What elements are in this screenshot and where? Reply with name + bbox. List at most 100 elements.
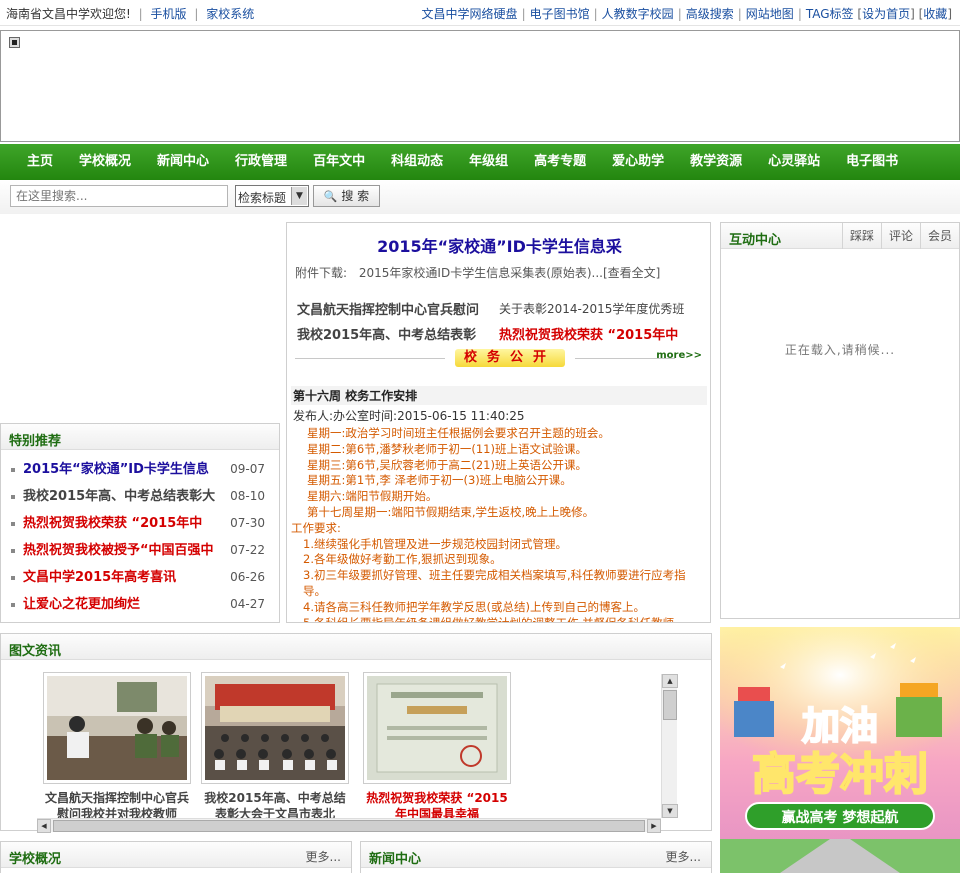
- schedule-meta: 发布人:办公室时间:2015-06-15 11:40:25: [293, 409, 525, 423]
- ad-line-1: 加油: [802, 704, 878, 748]
- search-scope-select[interactable]: 检索标题 ▼: [235, 185, 309, 207]
- news-link[interactable]: 关于表彰2014-2015学年度优秀班: [499, 300, 704, 317]
- news-center-panel: 新闻中心 更多...: [360, 841, 712, 873]
- top-bar-left: 海南省文昌中学欢迎您! | 手机版 | 家校系统: [6, 5, 254, 22]
- nav-item-administration[interactable]: 行政管理: [222, 144, 300, 180]
- recommend-item[interactable]: 热烈祝贺我校荣获 “2015年中 07-30: [9, 510, 271, 537]
- headline-link[interactable]: 2015年“家校通”ID卡学生信息采: [287, 233, 710, 257]
- recommend-item[interactable]: 热烈祝贺我校被授予“中国百强中 07-22: [9, 537, 271, 564]
- nav-item-home[interactable]: 主页: [14, 144, 66, 180]
- search-input[interactable]: [10, 185, 228, 207]
- chevron-down-icon: ▼: [291, 187, 307, 205]
- ad-graphic: 加油 高考冲刺 赢战高考 梦想起航: [720, 627, 960, 873]
- recommend-title: 特别推荐: [9, 434, 62, 449]
- tab-members[interactable]: 会员: [919, 223, 959, 249]
- interact-title: 互动中心: [729, 233, 782, 248]
- photo-item[interactable]: 我校2015年高、中考总结表彰大会于文昌市表北: [201, 672, 349, 822]
- scroll-up-icon[interactable]: ▲: [662, 674, 678, 688]
- more-link[interactable]: 更多...: [306, 848, 341, 865]
- digital-campus-link[interactable]: 人教数字校园: [602, 7, 674, 21]
- bullet-icon: [11, 603, 15, 607]
- photo-news-panel: 图文资讯 文昌航天指挥控制中心官兵慰问我校并对我校教师 我校2015年高、中考总…: [0, 633, 712, 833]
- ceremony-photo: [205, 676, 345, 780]
- search-button[interactable]: 🔍 搜 索: [313, 185, 380, 207]
- nav-item-grade-groups[interactable]: 年级组: [456, 144, 521, 180]
- separator: |: [194, 7, 199, 21]
- schedule-line: 星期六:端阳节假期开始。: [307, 489, 438, 504]
- e-library-link[interactable]: 电子图书馆: [530, 7, 590, 21]
- attachment-label: 附件下载:: [295, 266, 348, 280]
- scroll-down-icon[interactable]: ▼: [662, 804, 678, 818]
- divider-line: [295, 358, 445, 359]
- recommend-title-link[interactable]: 文昌中学2015年高考喜讯: [23, 564, 219, 591]
- schedule-lines: 星期一:政治学习时间班主任根据例会要求召开主题的班会。 星期二:第6节,潘梦秋老师…: [291, 426, 707, 521]
- more-link[interactable]: more>>: [656, 350, 702, 361]
- recommend-title-link[interactable]: 我校2015年高、中考总结表彰大: [23, 483, 219, 510]
- recommend-title-link[interactable]: 热烈祝贺我校荣获 “2015年中: [23, 510, 219, 537]
- top-bar-right: 文昌中学网络硬盘 | 电子图书馆 | 人教数字校园 | 高级搜索 | 网站地图 | TAG标签 [设…: [422, 5, 952, 22]
- home-school-link[interactable]: 家校系统: [206, 7, 254, 21]
- requirement-item: 5.各科组长要指导年级备课组做好教学计划的调整工作,并督促各科任教师: [303, 615, 675, 623]
- center-news-panel: 2015年“家校通”ID卡学生信息采 附件下载: 2015年家校通ID卡学生信息…: [286, 222, 711, 623]
- schedule-block: 第十六周 校务工作安排 发布人:办公室时间:2015-06-15 11:40:2…: [291, 386, 707, 623]
- schedule-title[interactable]: 第十六周 校务工作安排: [291, 386, 707, 405]
- broken-image-icon: [9, 37, 20, 48]
- nav-item-gaokao[interactable]: 高考专题: [521, 144, 599, 180]
- favorite-link[interactable]: 收藏: [923, 7, 947, 21]
- recommend-item[interactable]: 让爱心之花更加绚烂 04-27: [9, 591, 271, 618]
- recommend-date: 04-27: [230, 597, 265, 611]
- mobile-link[interactable]: 手机版: [151, 7, 187, 21]
- requirement-item: 3.初三年级要抓好管理、班主任要完成相关档案填写,科任教师要进行应考指导。: [303, 568, 686, 598]
- news-link[interactable]: 我校2015年高、中考总结表彰: [297, 324, 476, 343]
- recommend-item[interactable]: 2015年“家校通”ID卡学生信息 09-07: [9, 456, 271, 483]
- search-scope-value: 检索标题: [238, 191, 287, 205]
- interact-panel: 互动中心 踩踩 评论 会员 正在载入,请稍候...: [720, 222, 960, 619]
- photo-item[interactable]: 文昌航天指挥控制中心官兵慰问我校并对我校教师: [43, 672, 191, 822]
- bullet-icon: [11, 576, 15, 580]
- vertical-scrollbar[interactable]: ▲ ▼: [661, 674, 678, 818]
- nav-item-ebooks[interactable]: 电子图书: [833, 144, 911, 180]
- nav-item-news-center[interactable]: 新闻中心: [144, 144, 222, 180]
- photo-news-header: 图文资讯: [1, 634, 711, 660]
- recommend-item[interactable]: 文昌中学2015年高考喜讯 06-26: [9, 564, 271, 591]
- more-link[interactable]: 更多...: [666, 848, 701, 865]
- photo-frame: [363, 672, 511, 784]
- bullet-icon: [11, 468, 15, 472]
- tag-link[interactable]: TAG标签: [806, 7, 854, 21]
- recommend-title-link[interactable]: 让爱心之花更加绚烂: [23, 591, 219, 618]
- top-bar: 海南省文昌中学欢迎您! | 手机版 | 家校系统 文昌中学网络硬盘 | 电子图书馆 |…: [0, 0, 960, 26]
- separator: |: [593, 7, 598, 21]
- attachment-link[interactable]: 2015年家校通ID卡学生信息采集表(原始表)...[查看全文]: [359, 266, 661, 280]
- scroll-left-icon[interactable]: ◀: [37, 819, 51, 833]
- nav-item-subject-groups[interactable]: 科组动态: [378, 144, 456, 180]
- nav-item-centennial[interactable]: 百年文中: [300, 144, 378, 180]
- recommend-date: 09-07: [230, 462, 265, 476]
- nav-item-school-overview[interactable]: 学校概况: [66, 144, 144, 180]
- scroll-right-icon[interactable]: ▶: [647, 819, 661, 833]
- recommend-title-link[interactable]: 2015年“家校通”ID卡学生信息: [23, 456, 219, 483]
- tab-comments[interactable]: 评论: [880, 223, 920, 249]
- interact-tabs: 踩踩 评论 会员: [841, 223, 959, 249]
- recommend-date: 07-22: [230, 543, 265, 557]
- news-link[interactable]: 热烈祝贺我校荣获 “2015年中: [499, 324, 704, 343]
- section-divider: 校务公开 more>>: [295, 349, 704, 369]
- search-row: 检索标题 ▼ 🔍 搜 索: [0, 180, 960, 214]
- loading-text: 正在载入,请稍候...: [784, 343, 896, 357]
- scroll-thumb[interactable]: [663, 690, 677, 720]
- recommend-item[interactable]: 我校2015年高、中考总结表彰大 08-10: [9, 483, 271, 510]
- photo-item[interactable]: 热烈祝贺我校荣获 “2015年中国最具幸福: [363, 672, 511, 822]
- recommend-title-link[interactable]: 热烈祝贺我校被授予“中国百强中: [23, 537, 219, 564]
- nav-item-resources[interactable]: 教学资源: [677, 144, 755, 180]
- advanced-search-link[interactable]: 高级搜索: [686, 7, 734, 21]
- site-map-link[interactable]: 网站地图: [746, 7, 794, 21]
- nav-item-counseling[interactable]: 心灵驿站: [755, 144, 833, 180]
- gaokao-ad-banner[interactable]: 加油 高考冲刺 赢战高考 梦想起航: [720, 627, 960, 873]
- news-link[interactable]: 文昌航天指挥控制中心官兵慰问: [297, 299, 479, 318]
- scroll-thumb[interactable]: [53, 820, 645, 832]
- schedule-line: 第十七周星期一:端阳节假期结束,学生返校,晚上上晚修。: [307, 504, 595, 519]
- nav-item-charity[interactable]: 爱心助学: [599, 144, 677, 180]
- horizontal-scrollbar[interactable]: ◀ ▶: [37, 818, 661, 833]
- tab-dislike[interactable]: 踩踩: [841, 223, 881, 249]
- set-home-link[interactable]: 设为首页: [862, 7, 910, 21]
- network-disk-link[interactable]: 文昌中学网络硬盘: [422, 7, 518, 21]
